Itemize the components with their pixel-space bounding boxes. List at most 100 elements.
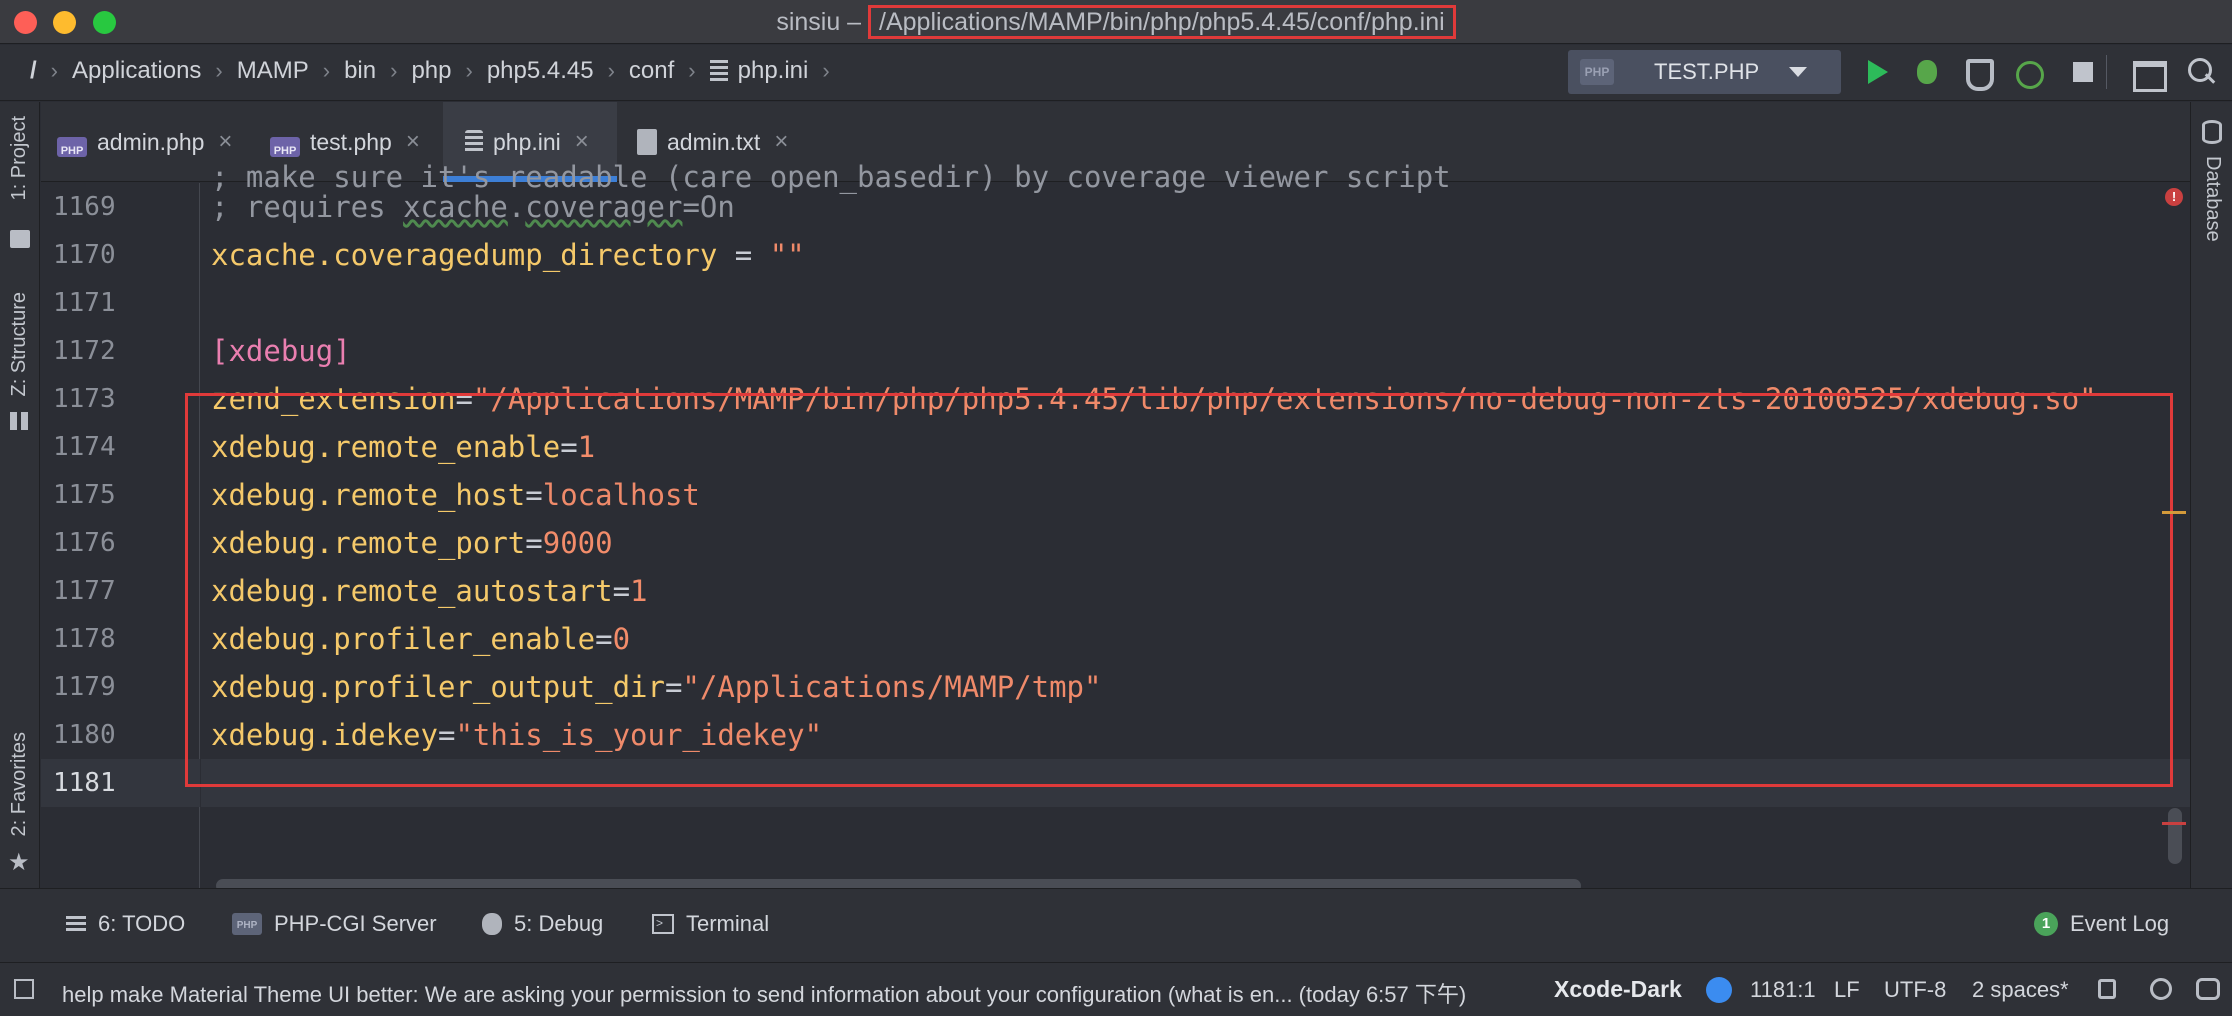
chevron-down-icon <box>1789 67 1808 77</box>
indent-setting[interactable]: 2 spaces* <box>1972 977 2069 1003</box>
error-stripe-marker[interactable] <box>2162 822 2186 825</box>
run-with-coverage-icon[interactable] <box>1960 55 1994 91</box>
ini-file-icon <box>709 60 728 82</box>
line-number: 1175 <box>53 480 116 510</box>
project-tool-button[interactable]: 1: Project <box>8 116 31 200</box>
stop-icon[interactable] <box>2066 55 2100 89</box>
close-icon[interactable]: × <box>774 128 788 156</box>
breadcrumb: / › Applications › MAMP › bin › php › php5.4.… <box>30 57 844 85</box>
toolbar-divider <box>2106 55 2107 89</box>
code-line: xcache.coveragedump_directory = "" <box>201 231 2190 279</box>
favorites-tool-button[interactable]: 2: Favorites <box>8 732 31 836</box>
vertical-scrollbar[interactable] <box>2168 808 2182 864</box>
status-bar: help make Material Theme UI better: We a… <box>0 962 2232 1016</box>
line-number: 1178 <box>53 624 116 654</box>
line-number-gutter: 1169 1170 1171 1172 1173 1174 1175 1176 1177 1178… <box>41 183 200 888</box>
left-tool-strip: 1: Project Z: Structure 2: Favorites ★ <box>0 102 40 888</box>
debug-label: 5: Debug <box>514 911 604 936</box>
tab-label: php.ini <box>493 128 561 155</box>
theme-color-icon <box>1706 977 1732 1003</box>
caret-position[interactable]: 1181:1 <box>1750 977 1816 1003</box>
code-token-str: "" <box>769 238 805 272</box>
lock-icon[interactable] <box>2098 979 2116 999</box>
highlight-box <box>185 393 2173 787</box>
breadcrumb-root[interactable]: / › <box>30 57 72 85</box>
breadcrumb-bin[interactable]: bin › <box>344 57 411 85</box>
database-tool-button[interactable]: Database <box>2201 156 2224 242</box>
run-configuration-dropdown[interactable]: PHP TEST.PHP <box>1568 50 1841 94</box>
event-log-tool-button[interactable]: 1 Event Log <box>2034 911 2169 937</box>
event-log-label: Event Log <box>2070 911 2170 936</box>
inspection-profile-icon[interactable] <box>2150 978 2172 1000</box>
run-configuration-label: TEST.PHP <box>1654 59 1760 84</box>
search-icon[interactable] <box>2184 55 2218 89</box>
code-token-comment: =On <box>682 190 735 224</box>
todo-tool-button[interactable]: 6: TODO <box>66 911 185 937</box>
notification-count-icon: 1 <box>2034 912 2058 936</box>
presentation-mode-icon[interactable] <box>2130 55 2167 92</box>
php-cgi-server-tool-button[interactable]: PHP PHP-CGI Server <box>232 911 437 937</box>
breadcrumb-php[interactable]: php › <box>411 57 486 85</box>
line-separator[interactable]: LF <box>1834 977 1860 1003</box>
php-file-icon: PHP <box>232 913 262 935</box>
line-number: 1170 <box>53 240 116 270</box>
title-bar: sinsiu – /Applications/MAMP/bin/php/php5… <box>0 0 2232 44</box>
close-icon[interactable]: × <box>575 128 589 156</box>
profile-icon[interactable] <box>2010 55 2044 89</box>
breadcrumb-php-ini[interactable]: php.ini › <box>709 57 844 85</box>
line-number: 1169 <box>53 192 116 222</box>
tab-label: test.php <box>310 128 392 155</box>
code-token-eq: = <box>717 238 770 272</box>
terminal-icon: > <box>652 914 674 934</box>
php-file-icon: PHP <box>57 137 87 157</box>
change-marker[interactable] <box>2162 511 2186 514</box>
code-token-comment: . <box>507 190 526 224</box>
code-line: [xdebug] <box>201 327 2190 375</box>
code-line: ; requires xcache.coverager=On <box>201 183 2190 231</box>
debug-tool-button[interactable]: 5: Debug <box>482 911 603 937</box>
ini-file-icon <box>465 130 483 154</box>
php-file-icon: PHP <box>1580 59 1614 85</box>
close-icon[interactable]: × <box>406 128 420 156</box>
memory-indicator-icon[interactable] <box>2196 978 2220 1000</box>
close-icon[interactable]: × <box>218 128 232 156</box>
line-number: 1180 <box>53 720 116 750</box>
star-icon: ★ <box>8 849 30 876</box>
tool-windows-bar: 6: TODO PHP PHP-CGI Server 5: Debug > Te… <box>0 888 2232 962</box>
todo-label: 6: TODO <box>98 911 186 936</box>
folder-icon <box>10 230 30 248</box>
line-number: 1177 <box>53 576 116 606</box>
navigation-bar: / › Applications › MAMP › bin › php › php5.4.… <box>0 45 2232 101</box>
code-token-squiggle: xcache <box>403 190 508 224</box>
line-number: 1181 <box>41 759 200 807</box>
line-number: 1176 <box>53 528 116 558</box>
code-token-key: xcache.coveragedump_directory <box>211 238 718 272</box>
code-token-squiggle: coverager <box>525 190 683 224</box>
code-token-sec: [xdebug] <box>211 334 351 368</box>
toggle-tool-windows-icon[interactable] <box>14 979 34 999</box>
window-title-project: sinsiu – <box>776 8 869 36</box>
right-tool-strip: Database <box>2190 102 2232 888</box>
file-encoding[interactable]: UTF-8 <box>1884 977 1946 1003</box>
structure-tool-button[interactable]: Z: Structure <box>8 292 31 396</box>
tab-label: admin.txt <box>667 128 761 155</box>
line-number: 1171 <box>53 288 116 318</box>
debug-icon[interactable] <box>1910 55 1944 89</box>
error-icon[interactable]: ! <box>2165 188 2183 206</box>
line-number: 1172 <box>53 336 116 366</box>
php-cgi-server-label: PHP-CGI Server <box>274 911 437 936</box>
breadcrumb-php5-4-45[interactable]: php5.4.45 › <box>487 57 629 85</box>
run-icon[interactable] <box>1862 55 1896 89</box>
terminal-tool-button[interactable]: > Terminal <box>652 911 769 937</box>
line-number: 1173 <box>53 384 116 414</box>
status-message[interactable]: help make Material Theme UI better: We a… <box>62 977 1466 1009</box>
tab-label: admin.php <box>97 128 205 155</box>
line-number: 1174 <box>53 432 116 462</box>
breadcrumb-conf[interactable]: conf › <box>629 57 710 85</box>
breadcrumb-applications[interactable]: Applications › <box>72 57 237 85</box>
theme-name[interactable]: Xcode-Dark <box>1554 976 1682 1003</box>
window-title-path: /Applications/MAMP/bin/php/php5.4.45/con… <box>868 5 1456 39</box>
list-icon <box>66 916 86 932</box>
breadcrumb-mamp[interactable]: MAMP › <box>237 57 344 85</box>
